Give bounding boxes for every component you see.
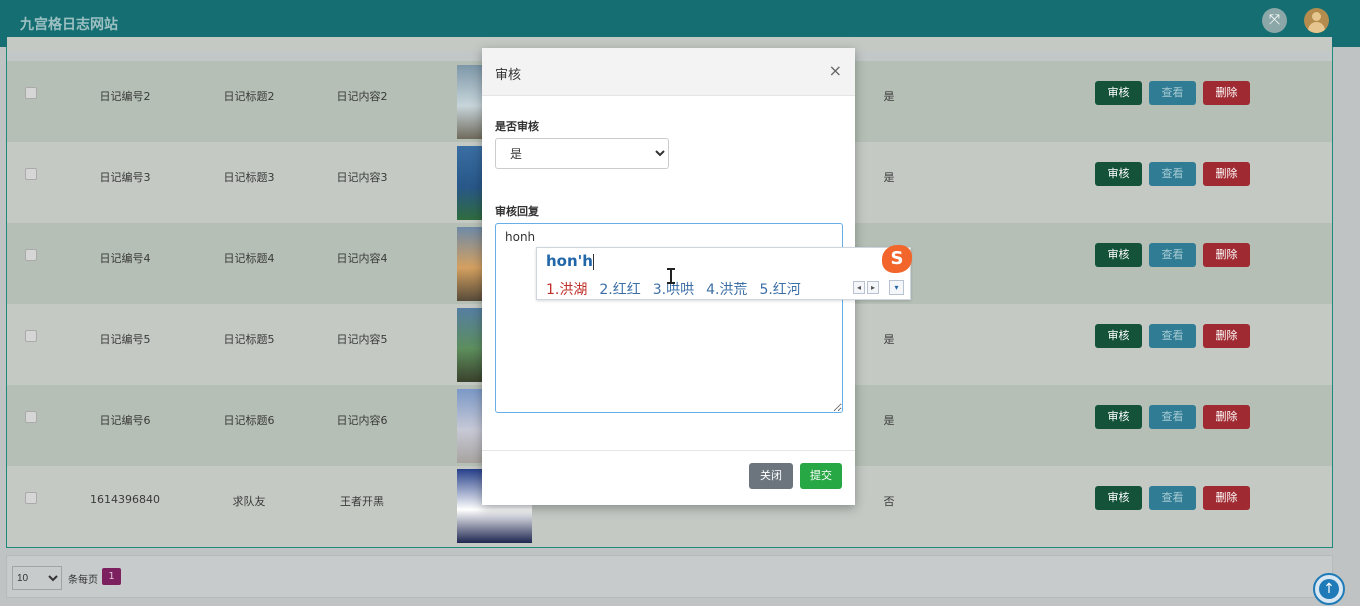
- ime-candidate[interactable]: 1.洪湖: [546, 282, 587, 298]
- diary-thumbnail: [457, 65, 485, 139]
- ime-expand-icon[interactable]: ▾: [889, 280, 904, 295]
- cell-audit: 否: [883, 495, 895, 508]
- cell-content: 日记内容2: [336, 90, 388, 103]
- cell-audit: 是: [883, 333, 895, 346]
- audit-reply-label: 审核回复: [495, 205, 539, 218]
- cell-content: 王者开黑: [340, 495, 384, 508]
- cell-title: 日记标题4: [223, 252, 275, 265]
- view-button[interactable]: 查看: [1149, 486, 1196, 510]
- row-checkbox[interactable]: [25, 249, 37, 261]
- modal-footer: 关闭 提交: [482, 450, 855, 505]
- cell-id: 日记编号6: [99, 414, 151, 427]
- cell-content: 日记内容5: [336, 333, 388, 346]
- modal-header: 审核 ×: [482, 48, 855, 96]
- submit-button[interactable]: 提交: [800, 463, 842, 489]
- row-checkbox[interactable]: [25, 168, 37, 180]
- ime-candidate[interactable]: 3.哄哄: [653, 282, 694, 298]
- avatar-head-shape: [1312, 12, 1321, 21]
- audit-button[interactable]: 审核: [1095, 243, 1142, 267]
- delete-button[interactable]: 删除: [1203, 405, 1250, 429]
- delete-button[interactable]: 删除: [1203, 486, 1250, 510]
- ime-candidate-list: 1.洪湖 2.红红 3.哄哄 4.洪荒 5.红河: [546, 279, 813, 299]
- modal-title: 审核: [495, 68, 522, 83]
- delete-button[interactable]: 删除: [1203, 324, 1250, 348]
- cell-audit: 是: [883, 171, 895, 184]
- delete-button[interactable]: 删除: [1203, 243, 1250, 267]
- audit-button[interactable]: 审核: [1095, 405, 1142, 429]
- view-button[interactable]: 查看: [1149, 405, 1196, 429]
- close-icon[interactable]: ×: [829, 61, 842, 80]
- cell-title: 日记标题6: [223, 414, 275, 427]
- audit-status-select[interactable]: 是: [495, 138, 669, 169]
- view-button[interactable]: 查看: [1149, 162, 1196, 186]
- app-title: 九宫格日志网站: [20, 16, 118, 33]
- cell-content: 日记内容6: [336, 414, 388, 427]
- cell-title: 日记标题2: [223, 90, 275, 103]
- ime-candidate[interactable]: 2.红红: [599, 282, 640, 298]
- view-button[interactable]: 查看: [1149, 243, 1196, 267]
- cell-id: 日记编号4: [99, 252, 151, 265]
- avatar[interactable]: [1304, 8, 1329, 33]
- diary-thumbnail: [457, 389, 485, 463]
- ime-next-page-icon[interactable]: ▸: [867, 281, 879, 294]
- per-page-label: 条每页: [68, 575, 98, 586]
- avatar-body-shape: [1308, 22, 1325, 33]
- cell-id: 1614396840: [90, 493, 160, 506]
- pager: 10 条每页 1: [6, 555, 1333, 598]
- close-button[interactable]: 关闭: [749, 463, 793, 489]
- diary-thumbnail: [457, 227, 485, 301]
- page-size-select[interactable]: 10: [12, 566, 62, 590]
- audit-button[interactable]: 审核: [1095, 486, 1142, 510]
- arrow-up-icon: ↑: [1319, 579, 1339, 599]
- audit-button[interactable]: 审核: [1095, 81, 1142, 105]
- delete-button[interactable]: 删除: [1203, 162, 1250, 186]
- audit-status-label: 是否审核: [495, 120, 539, 133]
- ime-candidate[interactable]: 5.红河: [759, 282, 800, 298]
- cell-audit: 是: [883, 90, 895, 103]
- back-to-top-button[interactable]: ↑: [1313, 573, 1345, 605]
- diary-thumbnail: [457, 146, 485, 220]
- ime-composition: hon'h: [546, 252, 594, 270]
- current-page-button[interactable]: 1: [102, 568, 121, 585]
- ime-candidate-popup: hon'h 1.洪湖 2.红红 3.哄哄 4.洪荒 5.红河 S ◂ ▸ ▾: [536, 245, 912, 300]
- cell-id: 日记编号3: [99, 171, 151, 184]
- row-checkbox[interactable]: [25, 411, 37, 423]
- diary-thumbnail: [457, 308, 485, 382]
- cell-title: 日记标题5: [223, 333, 275, 346]
- cell-id: 日记编号5: [99, 333, 151, 346]
- cell-title: 求队友: [232, 495, 266, 508]
- cell-title: 日记标题3: [223, 171, 275, 184]
- text-cursor-icon: [667, 268, 675, 284]
- cell-content: 日记内容3: [336, 171, 388, 184]
- fullscreen-icon[interactable]: ⤧: [1262, 8, 1287, 33]
- row-checkbox[interactable]: [25, 87, 37, 99]
- audit-button[interactable]: 审核: [1095, 324, 1142, 348]
- cell-audit: 是: [883, 414, 895, 427]
- cell-id: 日记编号2: [99, 90, 151, 103]
- row-checkbox[interactable]: [25, 492, 37, 504]
- audit-button[interactable]: 审核: [1095, 162, 1142, 186]
- cell-content: 日记内容4: [336, 252, 388, 265]
- delete-button[interactable]: 删除: [1203, 81, 1250, 105]
- sogou-logo-icon: S: [882, 245, 912, 273]
- ime-prev-page-icon[interactable]: ◂: [853, 281, 865, 294]
- row-checkbox[interactable]: [25, 330, 37, 342]
- view-button[interactable]: 查看: [1149, 324, 1196, 348]
- ime-candidate[interactable]: 4.洪荒: [706, 282, 747, 298]
- view-button[interactable]: 查看: [1149, 81, 1196, 105]
